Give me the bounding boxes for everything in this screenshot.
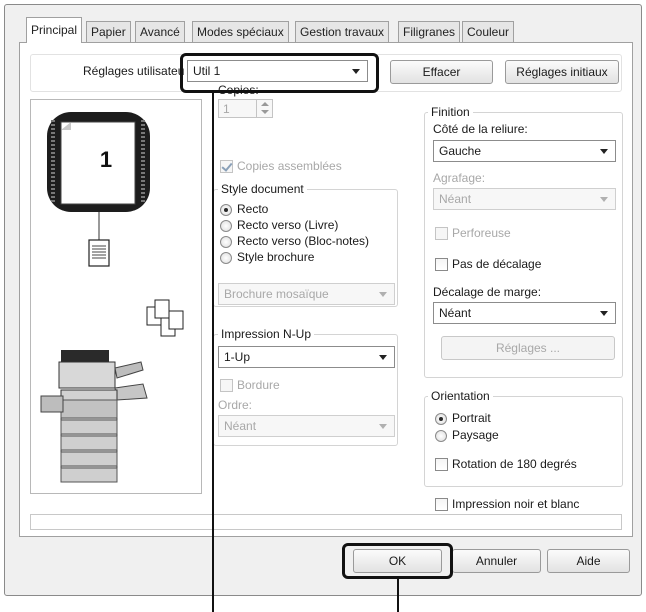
recto-verso-livre-label: Recto verso (Livre) <box>237 218 339 232</box>
copies-stepper[interactable]: 1 <box>218 99 273 118</box>
tab-modes-speciaux[interactable]: Modes spéciaux <box>192 21 289 42</box>
initial-settings-button[interactable]: Réglages initiaux <box>505 60 619 84</box>
staple-label: Agrafage: <box>433 171 486 185</box>
clear-button[interactable]: Effacer <box>390 60 493 84</box>
document-style-title: Style document <box>218 182 307 196</box>
radio-recto-verso-livre[interactable] <box>220 220 232 232</box>
margin-shift-label: Décalage de marge: <box>433 285 542 299</box>
user-settings-label: Réglages utilisateu <box>83 64 185 78</box>
recto-label: Recto <box>237 202 269 216</box>
tab-papier[interactable]: Papier <box>86 21 131 42</box>
preview-area: 1 <box>30 99 202 494</box>
chevron-down-icon <box>379 292 387 297</box>
chevron-down-icon <box>600 311 608 316</box>
border-label: Bordure <box>237 378 280 392</box>
orientation-title: Orientation <box>428 389 493 403</box>
collated-copies-icon <box>146 299 184 337</box>
user-settings-pointer-line <box>212 93 214 612</box>
recto-verso-bloc-notes-label: Recto verso (Bloc-notes) <box>237 234 370 248</box>
bw-print-checkbox[interactable] <box>435 498 448 511</box>
style-brochure-label: Style brochure <box>237 250 315 264</box>
brochure-select[interactable]: Brochure mosaïque <box>218 283 395 305</box>
staple-select[interactable]: Néant <box>433 188 616 210</box>
stepper-arrows-icon[interactable] <box>256 100 272 117</box>
punch-checkbox[interactable] <box>435 227 448 240</box>
punch-label: Perforeuse <box>452 226 511 240</box>
tab-couleur[interactable]: Couleur <box>462 21 515 42</box>
border-checkbox[interactable] <box>220 379 233 392</box>
user-settings-callout <box>180 53 379 93</box>
cancel-button[interactable]: Annuler <box>452 549 541 573</box>
portrait-label: Portrait <box>452 411 491 425</box>
radio-style-brochure[interactable] <box>220 252 232 264</box>
order-value: Néant <box>224 419 257 433</box>
rotate-180-checkbox[interactable] <box>435 458 448 471</box>
chevron-down-icon <box>600 149 608 154</box>
margin-settings-button[interactable]: Réglages ... <box>441 336 615 360</box>
binding-value: Gauche <box>439 144 482 158</box>
radio-landscape[interactable] <box>435 430 447 442</box>
radio-portrait[interactable] <box>435 413 447 425</box>
chevron-down-icon <box>379 355 387 360</box>
collate-label: Copies assemblées <box>237 159 342 173</box>
preview-page-number: 1 <box>99 147 113 172</box>
radio-recto[interactable] <box>220 204 232 216</box>
tab-avance[interactable]: Avancé <box>135 21 185 42</box>
rotate-180-label: Rotation de 180 degrés <box>452 457 577 471</box>
status-strip <box>30 514 622 530</box>
printer-machine-icon <box>40 350 148 483</box>
margin-shift-value: Néant <box>439 306 472 320</box>
binding-select[interactable]: Gauche <box>433 140 616 162</box>
chevron-down-icon <box>379 424 387 429</box>
finishing-title: Finition <box>428 105 473 119</box>
binding-label: Côté de la reliure: <box>433 122 528 136</box>
nup-title: Impression N-Up <box>218 327 315 341</box>
bw-print-label: Impression noir et blanc <box>452 497 580 511</box>
help-button[interactable]: Aide <box>547 549 630 573</box>
no-offset-checkbox[interactable] <box>435 258 448 271</box>
no-offset-label: Pas de décalage <box>452 257 542 271</box>
staple-value: Néant <box>439 192 472 206</box>
nup-value: 1-Up <box>224 350 251 364</box>
collate-checkbox[interactable] <box>220 160 233 173</box>
ok-button-pointer-line <box>397 579 399 612</box>
chevron-down-icon <box>600 197 608 202</box>
order-label: Ordre: <box>218 398 253 412</box>
nup-select[interactable]: 1-Up <box>218 346 395 368</box>
landscape-label: Paysage <box>452 428 499 442</box>
ok-button-callout <box>342 543 453 579</box>
radio-recto-verso-bloc-notes[interactable] <box>220 236 232 248</box>
order-select[interactable]: Néant <box>218 415 395 437</box>
principal-panel: Réglages utilisateu Util 1 Effacer Régla… <box>19 42 633 537</box>
tab-principal[interactable]: Principal <box>26 17 83 43</box>
brochure-select-value: Brochure mosaïque <box>224 287 329 301</box>
copies-value: 1 <box>223 102 230 116</box>
margin-shift-select[interactable]: Néant <box>433 302 616 324</box>
document-icon <box>88 239 110 267</box>
tab-gestion-travaux[interactable]: Gestion travaux <box>295 21 390 42</box>
tab-filigranes[interactable]: Filigranes <box>398 21 461 42</box>
